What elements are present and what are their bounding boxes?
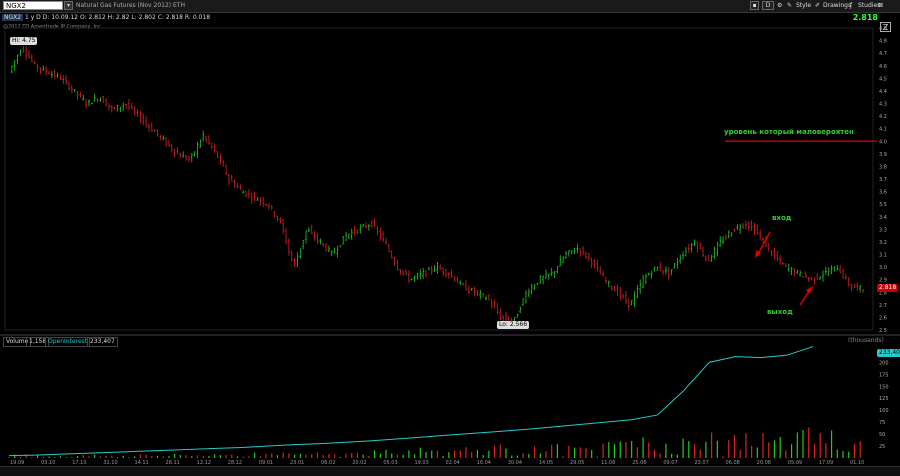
volume-y-tick: 25 xyxy=(879,444,885,450)
volume-y-tick: 100 xyxy=(879,408,889,414)
exit-annotation: выход xyxy=(767,308,793,316)
resistance-annotation: уровень который маловероятен xyxy=(724,128,854,136)
price-chart: 2.52.62.72.82.93.03.13.23.33.43.53.63.73… xyxy=(0,26,900,466)
volume-y-tick: 50 xyxy=(879,432,885,438)
y-tick-label: 3.8 xyxy=(879,164,887,170)
y-tick-label: 4.3 xyxy=(879,102,887,108)
y-tick-label: 3.0 xyxy=(879,265,887,271)
volume-y-tick: 150 xyxy=(879,384,889,390)
y-tick-label: 3.9 xyxy=(879,152,887,158)
low-label: Lo: 2.566 xyxy=(497,321,530,329)
y-tick-label: 2.6 xyxy=(879,315,887,321)
y-tick-label: 4.6 xyxy=(879,64,887,70)
y-tick-label: 3.6 xyxy=(879,190,887,196)
entry-annotation: вход xyxy=(772,214,792,222)
y-tick-label: 4.9 xyxy=(879,26,887,32)
y-tick-label: 4.1 xyxy=(879,127,887,133)
y-tick-label: 2.5 xyxy=(879,328,887,334)
volume-y-tick: 200 xyxy=(879,360,889,366)
y-tick-label: 4.4 xyxy=(879,89,887,95)
y-tick-label: 3.2 xyxy=(879,240,887,246)
y-tick-label: 3.4 xyxy=(879,215,887,221)
y-tick-label: 4.2 xyxy=(879,114,887,120)
y-tick-label: 4.8 xyxy=(879,39,887,45)
y-tick-label: 3.3 xyxy=(879,227,887,233)
open-interest-tag: 233,407 xyxy=(877,349,900,357)
y-tick-label: 3.5 xyxy=(879,202,887,208)
price-tag: 2.818 xyxy=(877,284,899,292)
open-interest-line xyxy=(8,346,814,457)
open-interest-label: OpenInterest xyxy=(45,337,91,347)
y-tick-label: 4.5 xyxy=(879,76,887,82)
open-interest-value: 233,407 xyxy=(87,337,118,347)
volume-y-tick: 125 xyxy=(879,396,889,402)
y-tick-label: 4.0 xyxy=(879,139,887,145)
y-tick-label: 4.7 xyxy=(879,51,887,57)
volume-units: (thousands) xyxy=(848,337,884,344)
volume-y-tick: 175 xyxy=(879,372,889,378)
y-tick-label: 2.9 xyxy=(879,278,887,284)
y-tick-label: 3.1 xyxy=(879,253,887,259)
y-tick-label: 3.7 xyxy=(879,177,887,183)
volume-y-tick: 75 xyxy=(879,420,885,426)
y-tick-label: 2.7 xyxy=(879,303,887,309)
high-label: Hi: 4.75 xyxy=(10,37,38,45)
price-panel-frame xyxy=(4,27,874,331)
